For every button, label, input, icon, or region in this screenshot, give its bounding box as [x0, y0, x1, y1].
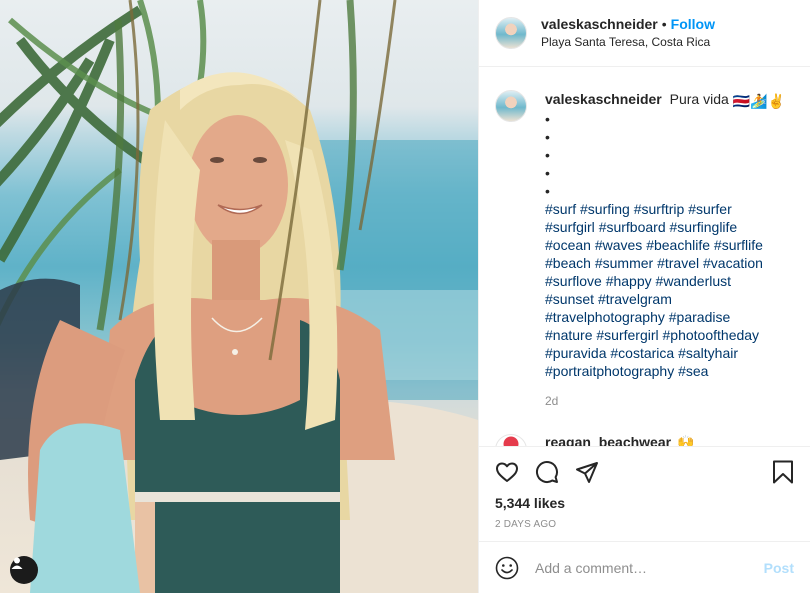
hashtag-link[interactable]: #surf: [545, 201, 576, 217]
hashtag-link[interactable]: #saltyhair: [678, 345, 738, 361]
caption-avatar[interactable]: [495, 90, 527, 122]
caption-bullet: •: [545, 111, 550, 127]
author-avatar[interactable]: [495, 17, 527, 49]
caption-message: Pura vida: [669, 91, 729, 107]
caption-bullet: •: [545, 129, 550, 145]
follow-button[interactable]: Follow: [671, 15, 715, 33]
hashtag-link[interactable]: #surftrip: [634, 201, 685, 217]
commenter-avatar[interactable]: [495, 434, 527, 446]
post-comment-button[interactable]: Post: [764, 560, 794, 576]
hashtag-line: #nature #surfergirl #photooftheday: [545, 326, 785, 344]
caption-text: valeskaschneider Pura vida 🇨🇷🏄✌️ • • • •…: [545, 90, 785, 410]
hashtag-link[interactable]: #travelgram: [598, 291, 672, 307]
comment-input[interactable]: [535, 559, 764, 576]
post-photo[interactable]: [0, 0, 478, 593]
paper-plane-icon[interactable]: [575, 452, 615, 492]
hashtag-block: #surf #surfing #surftrip #surfer #surfgir…: [545, 200, 785, 380]
author-name-row: valeskaschneider • Follow: [541, 15, 715, 33]
hashtag-link[interactable]: #waves: [595, 237, 642, 253]
caption-age: 2d: [545, 394, 559, 408]
hashtag-link[interactable]: #photooftheday: [663, 327, 760, 343]
hashtag-link[interactable]: #happy: [606, 273, 652, 289]
hashtag-link[interactable]: #sunset: [545, 291, 594, 307]
hashtag-link[interactable]: #costarica: [610, 345, 674, 361]
hashtag-link[interactable]: #beach: [545, 255, 591, 271]
caption-bullet: •: [545, 165, 550, 181]
location-link[interactable]: Playa Santa Teresa, Costa Rica: [541, 33, 715, 51]
comments-list[interactable]: valeskaschneider Pura vida 🇨🇷🏄✌️ • • • •…: [479, 68, 810, 446]
post-side-panel: valeskaschneider • Follow Playa Santa Te…: [478, 0, 810, 593]
caption-username[interactable]: valeskaschneider: [545, 91, 662, 107]
hashtag-link[interactable]: #travelphotography: [545, 309, 665, 325]
commenter-username[interactable]: reagan_beachwear: [545, 434, 671, 446]
hashtag-link[interactable]: #surfgirl: [545, 219, 595, 235]
caption-bullet: •: [545, 147, 550, 163]
hashtag-link[interactable]: #surflife: [714, 237, 763, 253]
hashtag-link[interactable]: #summer: [595, 255, 653, 271]
hashtag-link[interactable]: #surfinglife: [670, 219, 738, 235]
post-header: valeskaschneider • Follow Playa Santa Te…: [479, 0, 810, 67]
author-info: valeskaschneider • Follow Playa Santa Te…: [541, 15, 715, 51]
hashtag-line: #portraitphotography #sea: [545, 362, 785, 380]
hashtag-line: #travelphotography #paradise: [545, 308, 785, 326]
caption-first-line: valeskaschneider Pura vida 🇨🇷🏄✌️: [545, 90, 785, 110]
hashtag-link[interactable]: #puravida: [545, 345, 607, 361]
caption: valeskaschneider Pura vida 🇨🇷🏄✌️ • • • •…: [495, 90, 794, 410]
hashtag-link[interactable]: #surfergirl: [596, 327, 658, 343]
hashtag-link[interactable]: #sea: [678, 363, 708, 379]
smiley-icon[interactable]: [495, 555, 521, 581]
comment-bubble-icon[interactable]: [535, 452, 575, 492]
hashtag-link[interactable]: #nature: [545, 327, 592, 343]
user-tag-icon[interactable]: [10, 556, 38, 584]
hashtag-link[interactable]: #surfboard: [599, 219, 666, 235]
likes-count[interactable]: 5,344 likes: [495, 495, 794, 511]
hashtag-line: #surflove #happy #wanderlust: [545, 272, 785, 290]
hashtag-link[interactable]: #vacation: [703, 255, 763, 271]
hashtag-line: #puravida #costarica #saltyhair: [545, 344, 785, 362]
hashtag-link[interactable]: #beachlife: [646, 237, 710, 253]
hashtag-link[interactable]: #surfing: [580, 201, 630, 217]
hashtag-link[interactable]: #surflove: [545, 273, 602, 289]
hashtag-link[interactable]: #ocean: [545, 237, 591, 253]
post-actions: 5,344 likes 2 DAYS AGO: [479, 446, 810, 541]
comment-emoji: 🙌: [677, 434, 695, 446]
hashtag-line: #surfgirl #surfboard #surfinglife: [545, 218, 785, 236]
post-timestamp[interactable]: 2 DAYS AGO: [495, 519, 794, 530]
author-username[interactable]: valeskaschneider: [541, 15, 658, 33]
bookmark-icon[interactable]: [754, 452, 794, 492]
hashtag-link[interactable]: #paradise: [669, 309, 731, 325]
caption-emoji: 🇨🇷🏄✌️: [732, 93, 785, 109]
add-comment-bar: Post: [479, 541, 810, 593]
hashtag-link[interactable]: #surfer: [688, 201, 732, 217]
heart-icon[interactable]: [495, 452, 535, 492]
hashtag-link[interactable]: #travel: [657, 255, 699, 271]
action-icons-row: [495, 447, 794, 497]
hashtag-link[interactable]: #wanderlust: [656, 273, 732, 289]
hashtag-line: #beach #summer #travel #vacation: [545, 254, 785, 272]
hashtag-link[interactable]: #portraitphotography: [545, 363, 674, 379]
photo-illustration: [0, 0, 478, 593]
separator-dot: •: [661, 16, 667, 32]
hashtag-line: #sunset #travelgram: [545, 290, 785, 308]
comment-item: reagan_beachwear 🙌: [495, 434, 794, 446]
caption-bullet: •: [545, 183, 550, 199]
hashtag-line: #surf #surfing #surftrip #surfer: [545, 200, 785, 218]
hashtag-line: #ocean #waves #beachlife #surflife: [545, 236, 785, 254]
